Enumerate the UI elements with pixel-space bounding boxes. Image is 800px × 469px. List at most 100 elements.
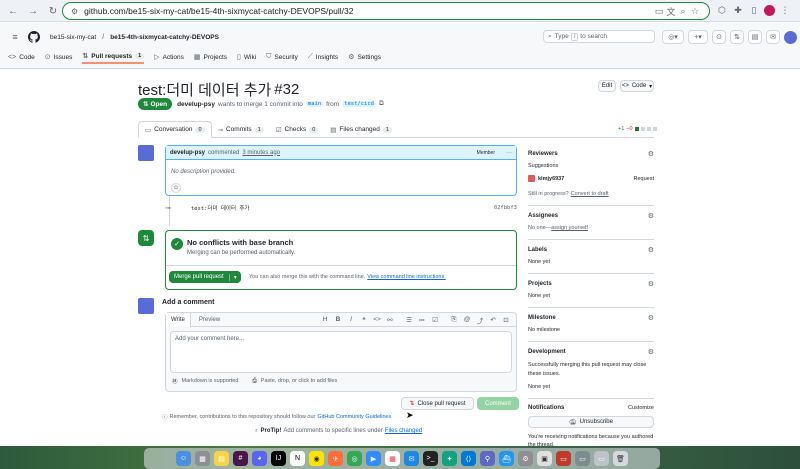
link-icon[interactable]: ⚯ — [385, 316, 395, 324]
reviewers-gear-icon[interactable]: ⚙ — [648, 150, 654, 158]
milestone-gear-icon[interactable]: ⚙ — [648, 314, 654, 322]
preview-icon[interactable]: ▣ — [537, 451, 552, 466]
assignees-heading[interactable]: Assignees — [528, 213, 558, 219]
translate-icon[interactable]: 文 — [665, 5, 677, 17]
development-heading[interactable]: Development — [528, 349, 566, 355]
slack-icon[interactable]: # — [233, 451, 248, 466]
extension-icon[interactable]: ⬡ — [716, 4, 728, 16]
write-tab[interactable]: Write — [166, 312, 191, 327]
vscode-icon[interactable]: ⟨⟩ — [461, 451, 476, 466]
italic-icon[interactable]: I — [346, 316, 356, 323]
tab-actions[interactable]: ▷ Actions — [154, 50, 184, 64]
inbox-icon[interactable]: ✉ — [766, 30, 780, 44]
commit-message[interactable]: test:더미 데이터 추가 — [191, 204, 250, 212]
preview-tab[interactable]: Preview — [191, 313, 228, 327]
zoom-icon[interactable]: ▶ — [366, 451, 381, 466]
assignees-gear-icon[interactable]: ⚙ — [648, 212, 654, 220]
address-bar[interactable]: ⚙ github.com/be15-six-my-cat/be15-4th-si… — [62, 2, 710, 20]
tab-wiki[interactable]: ▯ Wiki — [237, 50, 256, 64]
notion-icon[interactable]: N — [290, 451, 305, 466]
window-thumb-icon[interactable]: ▭ — [556, 451, 571, 466]
saved-replies-icon[interactable]: ⊡ — [501, 316, 511, 324]
docker-icon[interactable]: ⛴ — [499, 451, 514, 466]
discord-icon[interactable]: ◕ — [252, 451, 267, 466]
convert-draft-link[interactable]: Convert to draft — [571, 191, 609, 197]
tab-files-changed[interactable]: ▤ Files changed 1 — [324, 122, 398, 138]
comment-textarea[interactable]: Add your comment here... — [170, 331, 512, 373]
assign-yourself-link[interactable]: assign yourself — [551, 225, 588, 231]
reviewers-heading[interactable]: Reviewers — [528, 151, 558, 157]
markdown-note[interactable]: Markdown is supported — [182, 378, 239, 384]
pr-author[interactable]: develup-psy — [177, 101, 215, 108]
trash-icon[interactable]: 🗑︎ — [613, 451, 628, 466]
site-info-icon[interactable]: ⚙ — [71, 7, 78, 16]
comment-author-avatar[interactable] — [138, 145, 154, 161]
milestone-heading[interactable]: Milestone — [528, 315, 556, 321]
labels-gear-icon[interactable]: ⚙ — [648, 246, 654, 254]
system-settings-icon[interactable]: ⚙ — [518, 451, 533, 466]
comment-author[interactable]: develup-psy — [170, 150, 205, 156]
attach-note[interactable]: Paste, drop, or click to add files — [261, 378, 337, 384]
commit-sha[interactable]: 02fbbf3 — [494, 205, 517, 211]
window-thumb-2-icon[interactable]: ▭ — [575, 451, 590, 466]
chatgpt-icon[interactable]: ✦ — [442, 451, 457, 466]
copilot-icon[interactable]: ◎▾ — [662, 30, 684, 44]
tab-security[interactable]: ⛉ Security — [266, 50, 298, 64]
tab-commits[interactable]: ⊸ Commits 1 — [212, 122, 270, 138]
comment-submit-button[interactable]: Comment — [477, 397, 519, 410]
calendar-icon[interactable]: ▦ — [385, 451, 400, 466]
org-link[interactable]: be15-six-my-cat — [50, 34, 96, 41]
labels-heading[interactable]: Labels — [528, 247, 547, 253]
reply-icon[interactable]: ↶ — [488, 316, 498, 324]
kakaotalk-icon[interactable]: ◉ — [309, 451, 324, 466]
chrome-icon[interactable]: ◎ — [347, 451, 362, 466]
copy-icon[interactable]: ⧉ — [379, 100, 384, 108]
add-reaction-icon[interactable]: ☺ — [171, 183, 181, 193]
postman-icon[interactable]: ✈ — [328, 451, 343, 466]
intellij-icon[interactable]: IJ — [271, 451, 286, 466]
head-branch[interactable]: test/cicd — [342, 101, 376, 107]
sidepanel-icon[interactable]: ▯ — [748, 4, 760, 16]
merge-pull-request-button[interactable]: Merge pull request ▾ — [169, 271, 241, 283]
mail-icon[interactable]: ✉ — [404, 451, 419, 466]
terminal-icon[interactable]: >_ — [423, 451, 438, 466]
tab-insights[interactable]: ⟋ Insights — [308, 50, 338, 64]
request-review-button[interactable]: Request — [634, 176, 655, 182]
code-dropdown-button[interactable]: <> Code ▾ — [620, 80, 654, 92]
chevron-down-icon[interactable]: ▾ — [228, 273, 241, 281]
notes-icon[interactable]: ▤ — [214, 451, 229, 466]
zoom-icon[interactable]: ⌕ — [677, 5, 689, 17]
cross-reference-icon[interactable]: ⤴ — [475, 315, 485, 325]
bookmark-star-icon[interactable]: ☆ — [689, 5, 701, 17]
window-thumb-3-icon[interactable]: ▭ — [594, 451, 609, 466]
tab-projects[interactable]: ▦ Projects — [194, 50, 227, 64]
extensions-puzzle-icon[interactable]: ✚ — [732, 4, 744, 16]
quote-icon[interactable]: ❝ — [359, 316, 369, 324]
comment-time[interactable]: 3 minutes ago — [242, 150, 280, 156]
attach-icon[interactable]: ⎘ — [449, 316, 459, 324]
forward-icon[interactable]: → — [26, 4, 40, 18]
comment-menu-icon[interactable]: ··· — [506, 150, 512, 156]
projects-gear-icon[interactable]: ⚙ — [648, 280, 654, 288]
development-gear-icon[interactable]: ⚙ — [648, 348, 654, 356]
cli-instructions-link[interactable]: View command line instructions. — [367, 274, 445, 280]
user-avatar[interactable] — [784, 30, 797, 44]
pull-requests-icon[interactable]: ⇅ — [730, 30, 744, 44]
bold-icon[interactable]: B — [333, 316, 343, 323]
tab-checks[interactable]: ☑ Checks 0 — [270, 122, 325, 138]
projects-heading[interactable]: Projects — [528, 281, 552, 287]
cast-icon[interactable]: ▭ — [653, 5, 665, 17]
back-icon[interactable]: ← — [6, 4, 20, 18]
unordered-list-icon[interactable]: ☰ — [404, 316, 414, 324]
finder-icon[interactable]: ☺ — [176, 451, 191, 466]
unsubscribe-button[interactable]: 🔕︎ Unsubscribe — [528, 416, 654, 428]
tab-issues[interactable]: ⊙ Issues — [45, 50, 73, 64]
hamburger-menu-icon[interactable]: ≡ — [8, 30, 22, 44]
base-branch[interactable]: main — [305, 101, 324, 107]
heading-icon[interactable]: H — [320, 316, 330, 323]
profile-avatar[interactable] — [764, 4, 775, 16]
mention-icon[interactable]: @ — [462, 316, 472, 323]
edit-title-button[interactable]: Edit — [598, 80, 616, 92]
files-changed-link[interactable]: Files changed — [385, 428, 422, 434]
reviewer-name[interactable]: kimjy6937 — [538, 176, 564, 182]
